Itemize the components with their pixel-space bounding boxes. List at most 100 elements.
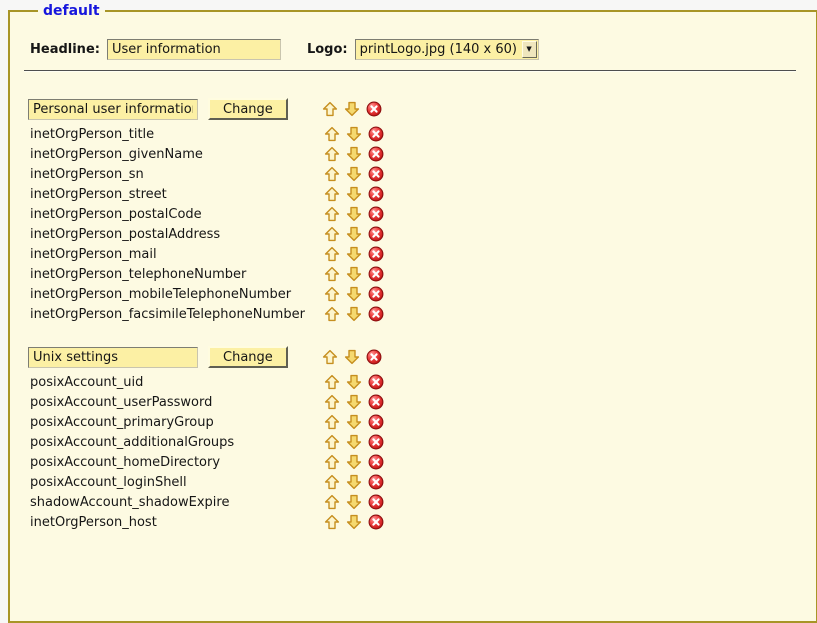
headline-label: Headline:: [30, 42, 100, 57]
section-header: Change: [28, 98, 798, 120]
move-up-icon[interactable]: [324, 266, 340, 282]
delete-icon[interactable]: [368, 394, 384, 410]
move-up-icon[interactable]: [324, 246, 340, 262]
move-up-icon[interactable]: [324, 454, 340, 470]
move-down-icon[interactable]: [344, 349, 360, 365]
move-up-icon[interactable]: [324, 514, 340, 530]
row-actions: [324, 166, 384, 182]
delete-icon[interactable]: [368, 166, 384, 182]
move-up-icon[interactable]: [324, 286, 340, 302]
delete-icon[interactable]: [368, 206, 384, 222]
logo-label: Logo:: [307, 42, 348, 57]
move-down-icon[interactable]: [346, 166, 362, 182]
move-up-icon[interactable]: [324, 206, 340, 222]
section-title-group: Change: [28, 346, 322, 368]
move-down-icon[interactable]: [346, 226, 362, 242]
move-up-icon[interactable]: [324, 434, 340, 450]
delete-icon[interactable]: [368, 514, 384, 530]
move-up-icon[interactable]: [324, 126, 340, 142]
field-label: posixAccount_uid: [30, 375, 324, 390]
row-actions: [324, 286, 384, 302]
move-up-icon[interactable]: [324, 226, 340, 242]
move-up-icon[interactable]: [324, 166, 340, 182]
delete-icon[interactable]: [368, 186, 384, 202]
field-label: posixAccount_additionalGroups: [30, 435, 324, 450]
delete-icon[interactable]: [368, 246, 384, 262]
field-row: inetOrgPerson_mobileTelephoneNumber: [28, 284, 798, 304]
field-row: inetOrgPerson_telephoneNumber: [28, 264, 798, 284]
row-actions: [324, 226, 384, 242]
delete-icon[interactable]: [368, 146, 384, 162]
section-title-input[interactable]: [28, 99, 198, 120]
field-row: shadowAccount_shadowExpire: [28, 492, 798, 512]
delete-icon[interactable]: [368, 126, 384, 142]
change-button[interactable]: Change: [208, 98, 288, 120]
move-down-icon[interactable]: [346, 306, 362, 322]
move-up-icon[interactable]: [324, 146, 340, 162]
delete-icon[interactable]: [368, 414, 384, 430]
move-down-icon[interactable]: [346, 246, 362, 262]
divider: [24, 70, 796, 72]
move-down-icon[interactable]: [346, 286, 362, 302]
move-down-icon[interactable]: [346, 374, 362, 390]
move-up-icon[interactable]: [324, 374, 340, 390]
delete-icon[interactable]: [368, 374, 384, 390]
section-title-input[interactable]: [28, 347, 198, 368]
logo-select[interactable]: printLogo.jpg (140 x 60): [355, 39, 539, 60]
field-label: inetOrgPerson_host: [30, 515, 324, 530]
move-down-icon[interactable]: [346, 474, 362, 490]
row-actions: [324, 266, 384, 282]
field-label: posixAccount_loginShell: [30, 475, 324, 490]
move-down-icon[interactable]: [346, 266, 362, 282]
delete-icon[interactable]: [368, 226, 384, 242]
move-down-icon[interactable]: [344, 101, 360, 117]
delete-icon[interactable]: [368, 454, 384, 470]
row-actions: [324, 514, 384, 530]
delete-icon[interactable]: [368, 286, 384, 302]
delete-icon[interactable]: [368, 434, 384, 450]
row-actions: [324, 374, 384, 390]
move-up-icon[interactable]: [324, 394, 340, 410]
delete-icon[interactable]: [368, 306, 384, 322]
delete-icon[interactable]: [368, 266, 384, 282]
field-row: inetOrgPerson_sn: [28, 164, 798, 184]
delete-icon[interactable]: [366, 101, 382, 117]
move-up-icon[interactable]: [324, 474, 340, 490]
field-label: inetOrgPerson_telephoneNumber: [30, 267, 324, 282]
move-up-icon[interactable]: [324, 306, 340, 322]
field-label: inetOrgPerson_givenName: [30, 147, 324, 162]
field-row: inetOrgPerson_mail: [28, 244, 798, 264]
delete-icon[interactable]: [366, 349, 382, 365]
field-row: posixAccount_userPassword: [28, 392, 798, 412]
move-down-icon[interactable]: [346, 394, 362, 410]
move-down-icon[interactable]: [346, 514, 362, 530]
row-actions: [322, 349, 382, 365]
headline-input[interactable]: [107, 39, 281, 60]
move-up-icon[interactable]: [324, 186, 340, 202]
move-down-icon[interactable]: [346, 494, 362, 510]
field-label: inetOrgPerson_postalAddress: [30, 227, 324, 242]
row-actions: [324, 434, 384, 450]
section-header: Change: [28, 346, 798, 368]
move-down-icon[interactable]: [346, 126, 362, 142]
move-up-icon[interactable]: [324, 414, 340, 430]
row-actions: [324, 474, 384, 490]
move-down-icon[interactable]: [346, 186, 362, 202]
delete-icon[interactable]: [368, 494, 384, 510]
move-down-icon[interactable]: [346, 414, 362, 430]
field-label: inetOrgPerson_sn: [30, 167, 324, 182]
move-up-icon[interactable]: [322, 101, 338, 117]
section: Change posixAccount_uid posixAccount_userP…: [28, 346, 798, 532]
row-actions: [322, 101, 382, 117]
row-actions: [324, 414, 384, 430]
move-down-icon[interactable]: [346, 146, 362, 162]
move-down-icon[interactable]: [346, 454, 362, 470]
delete-icon[interactable]: [368, 474, 384, 490]
section-title-group: Change: [28, 98, 322, 120]
logo-select-wrap: printLogo.jpg (140 x 60) ▼: [355, 39, 539, 60]
change-button[interactable]: Change: [208, 346, 288, 368]
move-down-icon[interactable]: [346, 434, 362, 450]
move-down-icon[interactable]: [346, 206, 362, 222]
move-up-icon[interactable]: [322, 349, 338, 365]
move-up-icon[interactable]: [324, 494, 340, 510]
